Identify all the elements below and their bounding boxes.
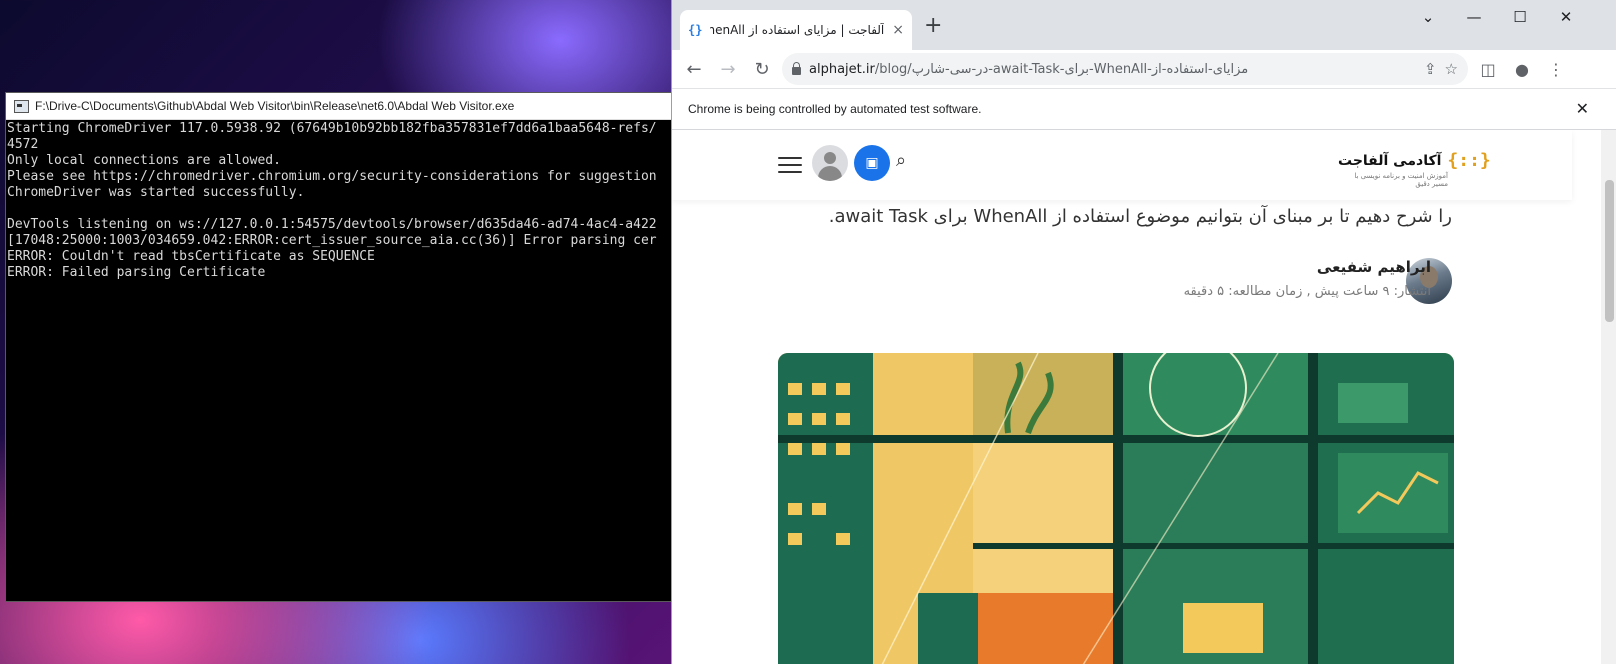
logo-subtitle: آموزش امنیت و برنامه نویسی با مسیر دقیق <box>1354 172 1448 188</box>
url-host: alphajet.ir <box>809 61 875 77</box>
user-account-avatar[interactable] <box>812 145 848 181</box>
infobar-text: Chrome is being controlled by automated … <box>688 102 982 116</box>
url-text[interactable]: alphajet.ir/blog/در-سی-شارپ-await-Task-ب… <box>809 62 1416 77</box>
browser-tab[interactable]: {} آلفاجت | مزایای استفاده از WhenAll × <box>680 10 912 50</box>
lock-icon[interactable] <box>792 62 801 75</box>
infobar-close-icon[interactable]: ✕ <box>1576 99 1589 119</box>
page-viewport[interactable]: ▣ ⌕ آکادمی آلفاجت {::} آموزش امنیت و برن… <box>672 130 1616 664</box>
console-line: DevTools listening on ws://127.0.0.1:545… <box>7 217 657 232</box>
site-favicon-icon: {} <box>688 23 703 37</box>
share-icon[interactable]: ⇪ <box>1424 60 1437 78</box>
author-name[interactable]: ابراهیم شفیعی <box>1317 258 1431 276</box>
console-line: ERROR: Couldn't read tbsCertificate as S… <box>7 249 375 264</box>
console-titlebar[interactable]: F:\Drive-C\Documents\Github\Abdal Web Vi… <box>6 93 672 120</box>
tab-search-icon[interactable]: ⌄ <box>1416 8 1440 26</box>
profile-icon[interactable]: ● <box>1508 60 1536 79</box>
search-icon[interactable]: ⌕ <box>896 150 906 171</box>
maximize-button[interactable]: ☐ <box>1508 8 1532 26</box>
article-intro-text: را شرح دهیم تا بر مبنای آن بتوانیم موضوع… <box>828 206 1452 227</box>
url-path: /blog/در-سی-شارپ-await-Task-برای-WhenAll… <box>874 61 1249 77</box>
side-panel-icon[interactable]: ◫ <box>1474 60 1502 79</box>
tab-strip: {} آلفاجت | مزایای استفاده از WhenAll × … <box>672 0 1616 50</box>
site-header: ▣ ⌕ آکادمی آلفاجت {::} آموزش امنیت و برن… <box>672 130 1572 200</box>
hamburger-menu-icon[interactable] <box>778 157 802 178</box>
hero-illustration <box>778 353 1454 664</box>
browser-toolbar: ← → ↻ alphajet.ir/blog/در-سی-شارپ-await-… <box>672 50 1616 88</box>
console-line: ChromeDriver was started successfully. <box>7 185 305 200</box>
chrome-menu-icon[interactable]: ⋮ <box>1542 60 1570 79</box>
tab-close-icon[interactable]: × <box>892 22 904 38</box>
article-hero-image <box>778 353 1454 664</box>
console-line: ERROR: Failed parsing Certificate <box>7 265 266 280</box>
console-app-icon <box>14 99 29 113</box>
console-line: Starting ChromeDriver 117.0.5938.92 (676… <box>7 121 657 136</box>
forward-button[interactable]: → <box>714 55 742 83</box>
console-line: Please see https://chromedriver.chromium… <box>7 169 657 184</box>
minimize-button[interactable]: — <box>1462 8 1486 26</box>
logo-text: آکادمی آلفاجت <box>1338 152 1442 169</box>
bookmark-star-icon[interactable]: ☆ <box>1445 60 1458 78</box>
logo-mark-icon: {::} <box>1447 150 1491 171</box>
page-scrollbar[interactable] <box>1601 130 1616 664</box>
wallet-icon[interactable]: ▣ <box>854 145 890 181</box>
console-output: Starting ChromeDriver 117.0.5938.92 (676… <box>6 120 672 282</box>
reload-button[interactable]: ↻ <box>748 55 776 83</box>
chrome-window[interactable]: {} آلفاجت | مزایای استفاده از WhenAll × … <box>671 0 1616 664</box>
address-bar[interactable]: alphajet.ir/blog/در-سی-شارپ-await-Task-ب… <box>782 53 1468 85</box>
automation-infobar: Chrome is being controlled by automated … <box>672 88 1616 130</box>
scrollbar-thumb[interactable] <box>1605 180 1614 322</box>
console-title: F:\Drive-C\Documents\Github\Abdal Web Vi… <box>35 99 515 113</box>
console-window[interactable]: F:\Drive-C\Documents\Github\Abdal Web Vi… <box>5 92 673 602</box>
new-tab-button[interactable]: + <box>924 14 942 38</box>
window-close-button[interactable]: ✕ <box>1554 8 1578 26</box>
site-logo[interactable]: آکادمی آلفاجت {::} آموزش امنیت و برنامه … <box>1338 150 1491 188</box>
post-meta: انتشار: ۹ ساعت پیش , زمان مطالعه: ۵ دقیق… <box>1183 284 1431 299</box>
console-line: [17048:25000:1003/034659.042:ERROR:cert_… <box>7 233 657 248</box>
tab-title: آلفاجت | مزایای استفاده از WhenAll <box>710 23 885 37</box>
console-line: 4572 <box>7 137 39 152</box>
back-button[interactable]: ← <box>680 55 708 83</box>
console-line: Only local connections are allowed. <box>7 153 281 168</box>
